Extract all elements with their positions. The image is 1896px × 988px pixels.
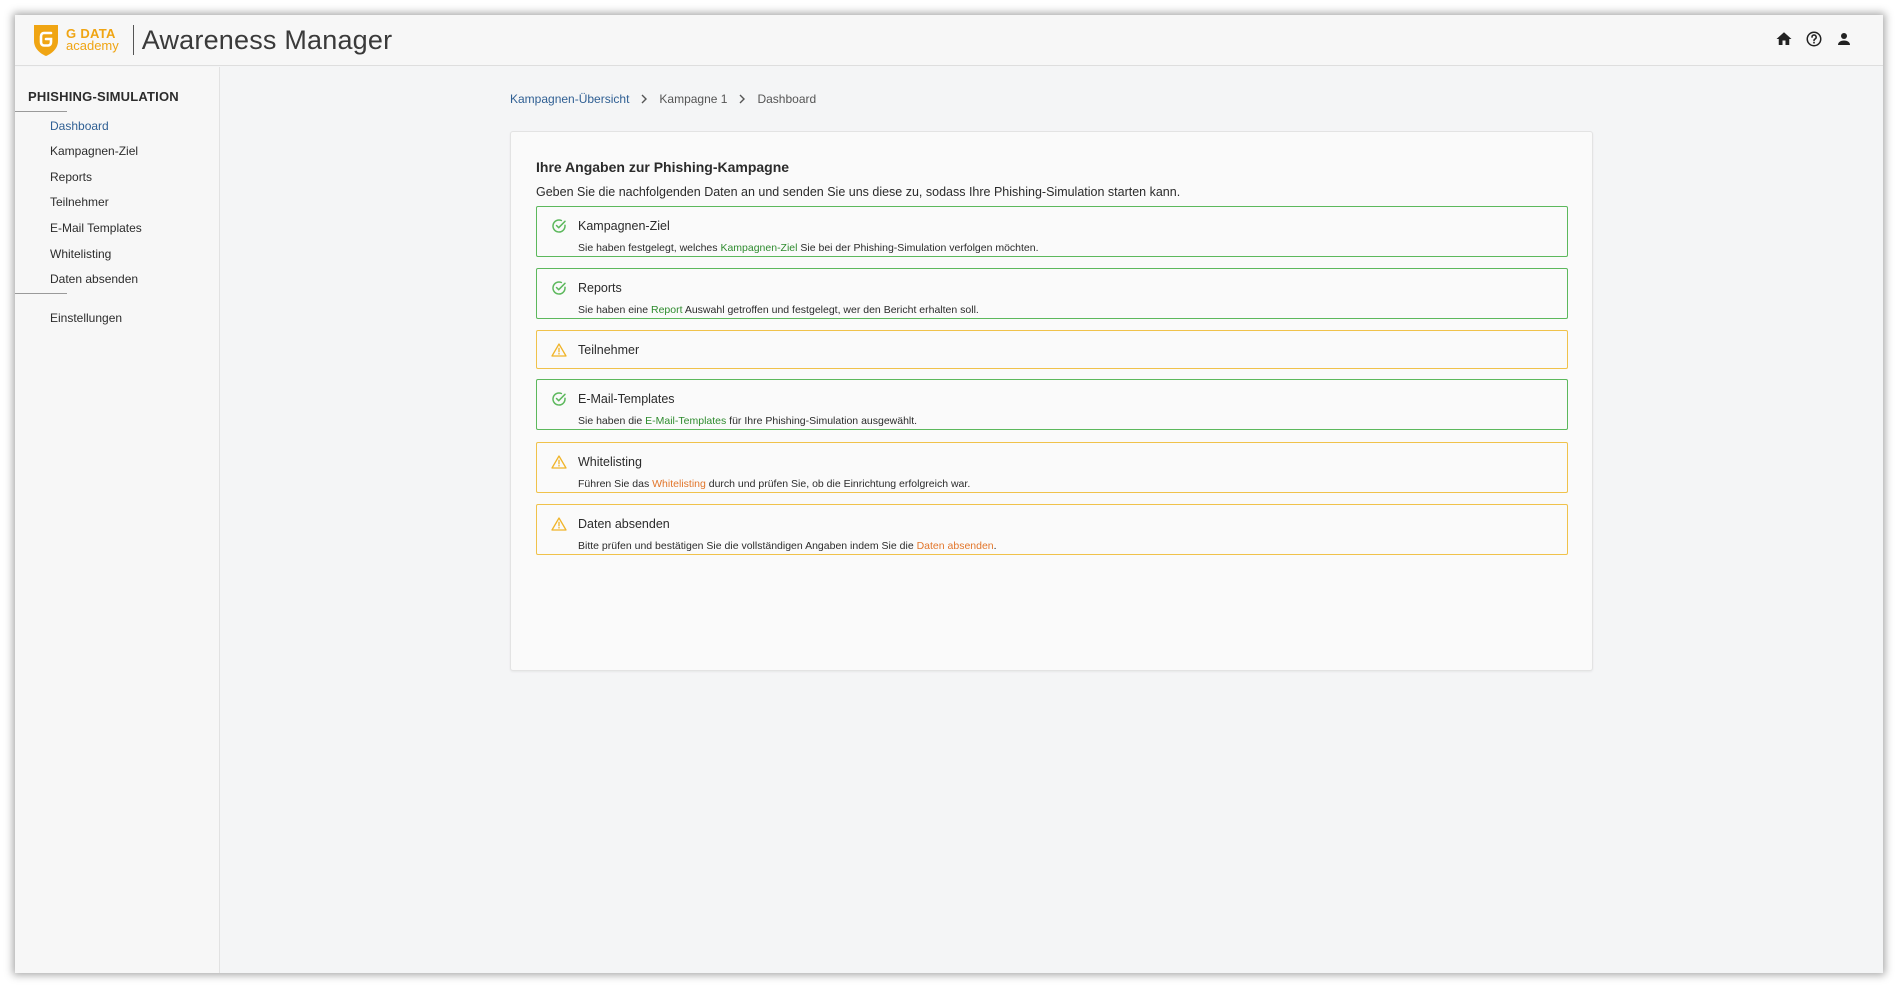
top-icons xyxy=(1775,30,1853,48)
sidebar-item-dashboard[interactable]: Dashboard xyxy=(50,119,109,133)
warning-triangle-icon xyxy=(551,343,567,357)
sidebar-item-teilnehmer[interactable]: Teilnehmer xyxy=(50,195,109,209)
check-circle-icon xyxy=(552,392,566,406)
check-circle-icon xyxy=(552,219,566,233)
sidebar-item-einstellungen[interactable]: Einstellungen xyxy=(50,311,122,325)
help-icon[interactable] xyxy=(1805,30,1823,48)
step-daten-absenden[interactable]: Daten absenden Bitte prüfen und bestätig… xyxy=(536,504,1568,555)
card-title: Ihre Angaben zur Phishing-Kampagne xyxy=(536,159,790,175)
sidebar-item-whitelisting[interactable]: Whitelisting xyxy=(50,247,111,261)
home-icon[interactable] xyxy=(1775,30,1793,48)
step-link[interactable]: Daten absenden xyxy=(917,540,994,552)
step-description: Sie haben eine Report Auswahl getroffen … xyxy=(578,304,979,316)
breadcrumb-current: Dashboard xyxy=(757,92,817,106)
warning-triangle-icon xyxy=(551,455,567,469)
breadcrumb-campaign-overview[interactable]: Kampagnen-Übersicht xyxy=(510,92,629,106)
chevron-right-icon xyxy=(641,94,648,104)
step-email-templates[interactable]: E-Mail-Templates Sie haben die E-Mail-Te… xyxy=(536,379,1568,430)
breadcrumb: Kampagnen-Übersicht Kampagne 1 Dashboard xyxy=(510,92,816,106)
step-description: Bitte prüfen und bestätigen Sie die voll… xyxy=(578,540,997,552)
campaign-card: Ihre Angaben zur Phishing-Kampagne Geben… xyxy=(510,131,1593,671)
chevron-right-icon xyxy=(739,94,746,104)
step-title: Teilnehmer xyxy=(578,343,640,357)
check-circle-icon xyxy=(552,281,566,295)
step-reports[interactable]: Reports Sie haben eine Report Auswahl ge… xyxy=(536,268,1568,319)
sidebar-section-title: PHISHING-SIMULATION xyxy=(28,89,179,104)
step-link[interactable]: E-Mail-Templates xyxy=(645,415,726,427)
sidebar-divider xyxy=(15,111,67,112)
gdata-logo[interactable]: G DATA academy xyxy=(32,15,119,66)
step-title: Whitelisting xyxy=(578,455,642,469)
step-title: Reports xyxy=(578,281,622,295)
step-description: Führen Sie das Whitelisting durch und pr… xyxy=(578,478,971,490)
top-bar: G DATA academy Awareness Manager xyxy=(15,15,1883,66)
card-subtitle: Geben Sie die nachfolgenden Daten an und… xyxy=(536,185,1181,199)
step-link[interactable]: Kampagnen-Ziel xyxy=(720,242,797,254)
step-title: Kampagnen-Ziel xyxy=(578,219,670,233)
main-content: Kampagnen-Übersicht Kampagne 1 Dashboard… xyxy=(221,67,1883,973)
step-whitelisting[interactable]: Whitelisting Führen Sie das Whitelisting… xyxy=(536,442,1568,493)
brand-line2: academy xyxy=(66,38,119,53)
step-description: Sie haben die E-Mail-Templates für Ihre … xyxy=(578,415,918,427)
step-kampagnen-ziel[interactable]: Kampagnen-Ziel Sie haben festgelegt, wel… xyxy=(536,206,1568,257)
sidebar-item-email-templates[interactable]: E-Mail Templates xyxy=(50,221,142,235)
title-separator xyxy=(132,25,134,55)
step-teilnehmer[interactable]: Teilnehmer xyxy=(536,330,1568,369)
breadcrumb-campaign[interactable]: Kampagne 1 xyxy=(659,92,727,106)
warning-triangle-icon xyxy=(551,517,567,531)
user-icon[interactable] xyxy=(1835,30,1853,48)
step-link[interactable]: Report xyxy=(651,304,683,316)
step-description: Sie haben festgelegt, welches Kampagnen-… xyxy=(578,242,1039,254)
app-title: Awareness Manager xyxy=(141,24,393,55)
sidebar-item-reports[interactable]: Reports xyxy=(50,170,92,184)
sidebar-divider xyxy=(15,293,67,294)
shield-logo-icon xyxy=(34,25,58,56)
step-link[interactable]: Whitelisting xyxy=(652,478,706,490)
sidebar: PHISHING-SIMULATION Dashboard Kampagnen-… xyxy=(15,67,220,973)
step-title: E-Mail-Templates xyxy=(578,392,675,406)
step-title: Daten absenden xyxy=(578,517,670,531)
sidebar-item-daten-absenden[interactable]: Daten absenden xyxy=(50,272,138,286)
logo-text: G DATA academy xyxy=(66,27,119,53)
app-window: G DATA academy Awareness Manager PHISHIN… xyxy=(15,15,1883,973)
sidebar-item-kampagnen-ziel[interactable]: Kampagnen-Ziel xyxy=(50,144,138,158)
